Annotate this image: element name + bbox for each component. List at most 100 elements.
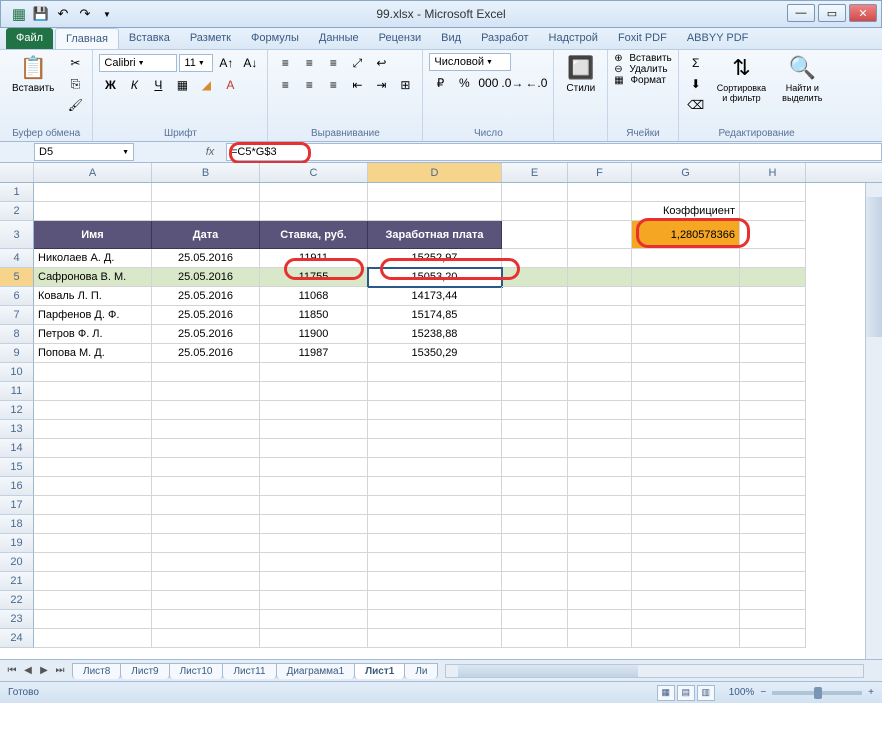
cell[interactable]: 14173,44 — [368, 287, 502, 306]
cell[interactable] — [502, 249, 568, 268]
cut-icon[interactable]: ✂ — [64, 53, 86, 73]
vertical-scrollbar[interactable] — [865, 183, 882, 659]
cell[interactable] — [632, 420, 740, 439]
sheet-nav-first-icon[interactable]: ⏮ — [4, 665, 20, 676]
orientation-icon[interactable]: ⤢ — [346, 53, 368, 73]
cell[interactable]: Петров Ф. Л. — [34, 325, 152, 344]
cell[interactable] — [260, 458, 368, 477]
cell[interactable] — [568, 629, 632, 648]
percent-icon[interactable]: % — [453, 73, 475, 93]
cell[interactable] — [502, 202, 568, 221]
col-head-a[interactable]: A — [34, 163, 152, 182]
cell[interactable] — [34, 477, 152, 496]
cell[interactable]: 15350,29 — [368, 344, 502, 363]
cell[interactable] — [260, 401, 368, 420]
cell[interactable] — [740, 553, 806, 572]
cell[interactable] — [368, 515, 502, 534]
cell[interactable] — [34, 496, 152, 515]
cell[interactable] — [502, 496, 568, 515]
cell[interactable] — [502, 221, 568, 249]
zoom-slider[interactable] — [772, 691, 862, 695]
row-head[interactable]: 14 — [0, 439, 34, 458]
col-head-b[interactable]: B — [152, 163, 260, 182]
cell[interactable]: 15053,20 — [368, 268, 502, 287]
qat-dropdown-icon[interactable]: ▼ — [97, 4, 117, 24]
cell[interactable] — [568, 477, 632, 496]
bold-button[interactable]: Ж — [99, 75, 121, 95]
cell[interactable] — [502, 344, 568, 363]
cell[interactable]: 15238,88 — [368, 325, 502, 344]
cell[interactable] — [502, 306, 568, 325]
cell[interactable]: 1,280578366 — [632, 221, 740, 249]
cell[interactable] — [632, 629, 740, 648]
cell[interactable] — [260, 553, 368, 572]
fill-color-icon[interactable]: ◢ — [195, 75, 217, 95]
cell[interactable] — [34, 629, 152, 648]
cell[interactable]: 25.05.2016 — [152, 344, 260, 363]
cell[interactable]: 25.05.2016 — [152, 287, 260, 306]
cell[interactable] — [632, 553, 740, 572]
cell[interactable] — [260, 382, 368, 401]
tab-layout[interactable]: Разметк — [180, 28, 241, 49]
cell[interactable] — [368, 534, 502, 553]
cell[interactable] — [502, 534, 568, 553]
cell[interactable] — [502, 183, 568, 202]
merge-icon[interactable]: ⊞ — [394, 75, 416, 95]
cell[interactable] — [152, 183, 260, 202]
cell[interactable] — [152, 363, 260, 382]
cell[interactable] — [34, 572, 152, 591]
cell[interactable] — [568, 496, 632, 515]
cell[interactable] — [632, 306, 740, 325]
fill-icon[interactable]: ⬇ — [685, 74, 707, 94]
sheet-tab[interactable]: Лист1 — [354, 663, 405, 679]
cell[interactable] — [632, 401, 740, 420]
tab-file[interactable]: Файл — [6, 28, 53, 49]
page-break-view-icon[interactable]: ▥ — [697, 685, 715, 701]
cell[interactable] — [740, 458, 806, 477]
cell[interactable] — [740, 268, 806, 287]
tab-insert[interactable]: Вставка — [119, 28, 180, 49]
tab-formulas[interactable]: Формулы — [241, 28, 309, 49]
cell[interactable] — [740, 183, 806, 202]
align-middle-icon[interactable]: ≡ — [298, 53, 320, 73]
cell[interactable] — [568, 401, 632, 420]
cell[interactable] — [368, 496, 502, 515]
cell[interactable] — [740, 306, 806, 325]
increase-decimal-icon[interactable]: .0→ — [501, 73, 523, 93]
number-format-combo[interactable]: Числовой▼ — [429, 53, 511, 71]
cell[interactable] — [152, 629, 260, 648]
zoom-in-button[interactable]: + — [868, 687, 874, 698]
cell[interactable] — [152, 458, 260, 477]
row-head[interactable]: 5 — [0, 268, 34, 287]
comma-icon[interactable]: 000 — [477, 73, 499, 93]
autosum-icon[interactable]: Σ — [685, 53, 707, 73]
paste-button[interactable]: 📋 Вставить — [6, 53, 60, 96]
cell[interactable]: 11987 — [260, 344, 368, 363]
tab-foxit[interactable]: Foxit PDF — [608, 28, 677, 49]
cell[interactable] — [502, 553, 568, 572]
col-head-c[interactable]: C — [260, 163, 368, 182]
cell[interactable] — [740, 202, 806, 221]
cell[interactable] — [740, 591, 806, 610]
tab-review[interactable]: Рецензи — [369, 28, 432, 49]
cell[interactable] — [34, 458, 152, 477]
cell[interactable] — [568, 515, 632, 534]
row-head[interactable]: 9 — [0, 344, 34, 363]
cell[interactable] — [740, 363, 806, 382]
row-head[interactable]: 17 — [0, 496, 34, 515]
cell[interactable] — [368, 439, 502, 458]
italic-button[interactable]: К — [123, 75, 145, 95]
horizontal-scrollbar[interactable] — [445, 664, 864, 678]
normal-view-icon[interactable]: ▦ — [657, 685, 675, 701]
cell[interactable] — [568, 249, 632, 268]
row-head[interactable]: 15 — [0, 458, 34, 477]
cell[interactable] — [632, 344, 740, 363]
cell[interactable] — [152, 401, 260, 420]
cell[interactable] — [632, 458, 740, 477]
cell[interactable] — [502, 591, 568, 610]
copy-icon[interactable]: ⎘ — [64, 74, 86, 94]
maximize-button[interactable]: ▭ — [818, 4, 846, 22]
cell[interactable] — [568, 363, 632, 382]
select-all-corner[interactable] — [0, 163, 34, 182]
cell[interactable] — [152, 591, 260, 610]
